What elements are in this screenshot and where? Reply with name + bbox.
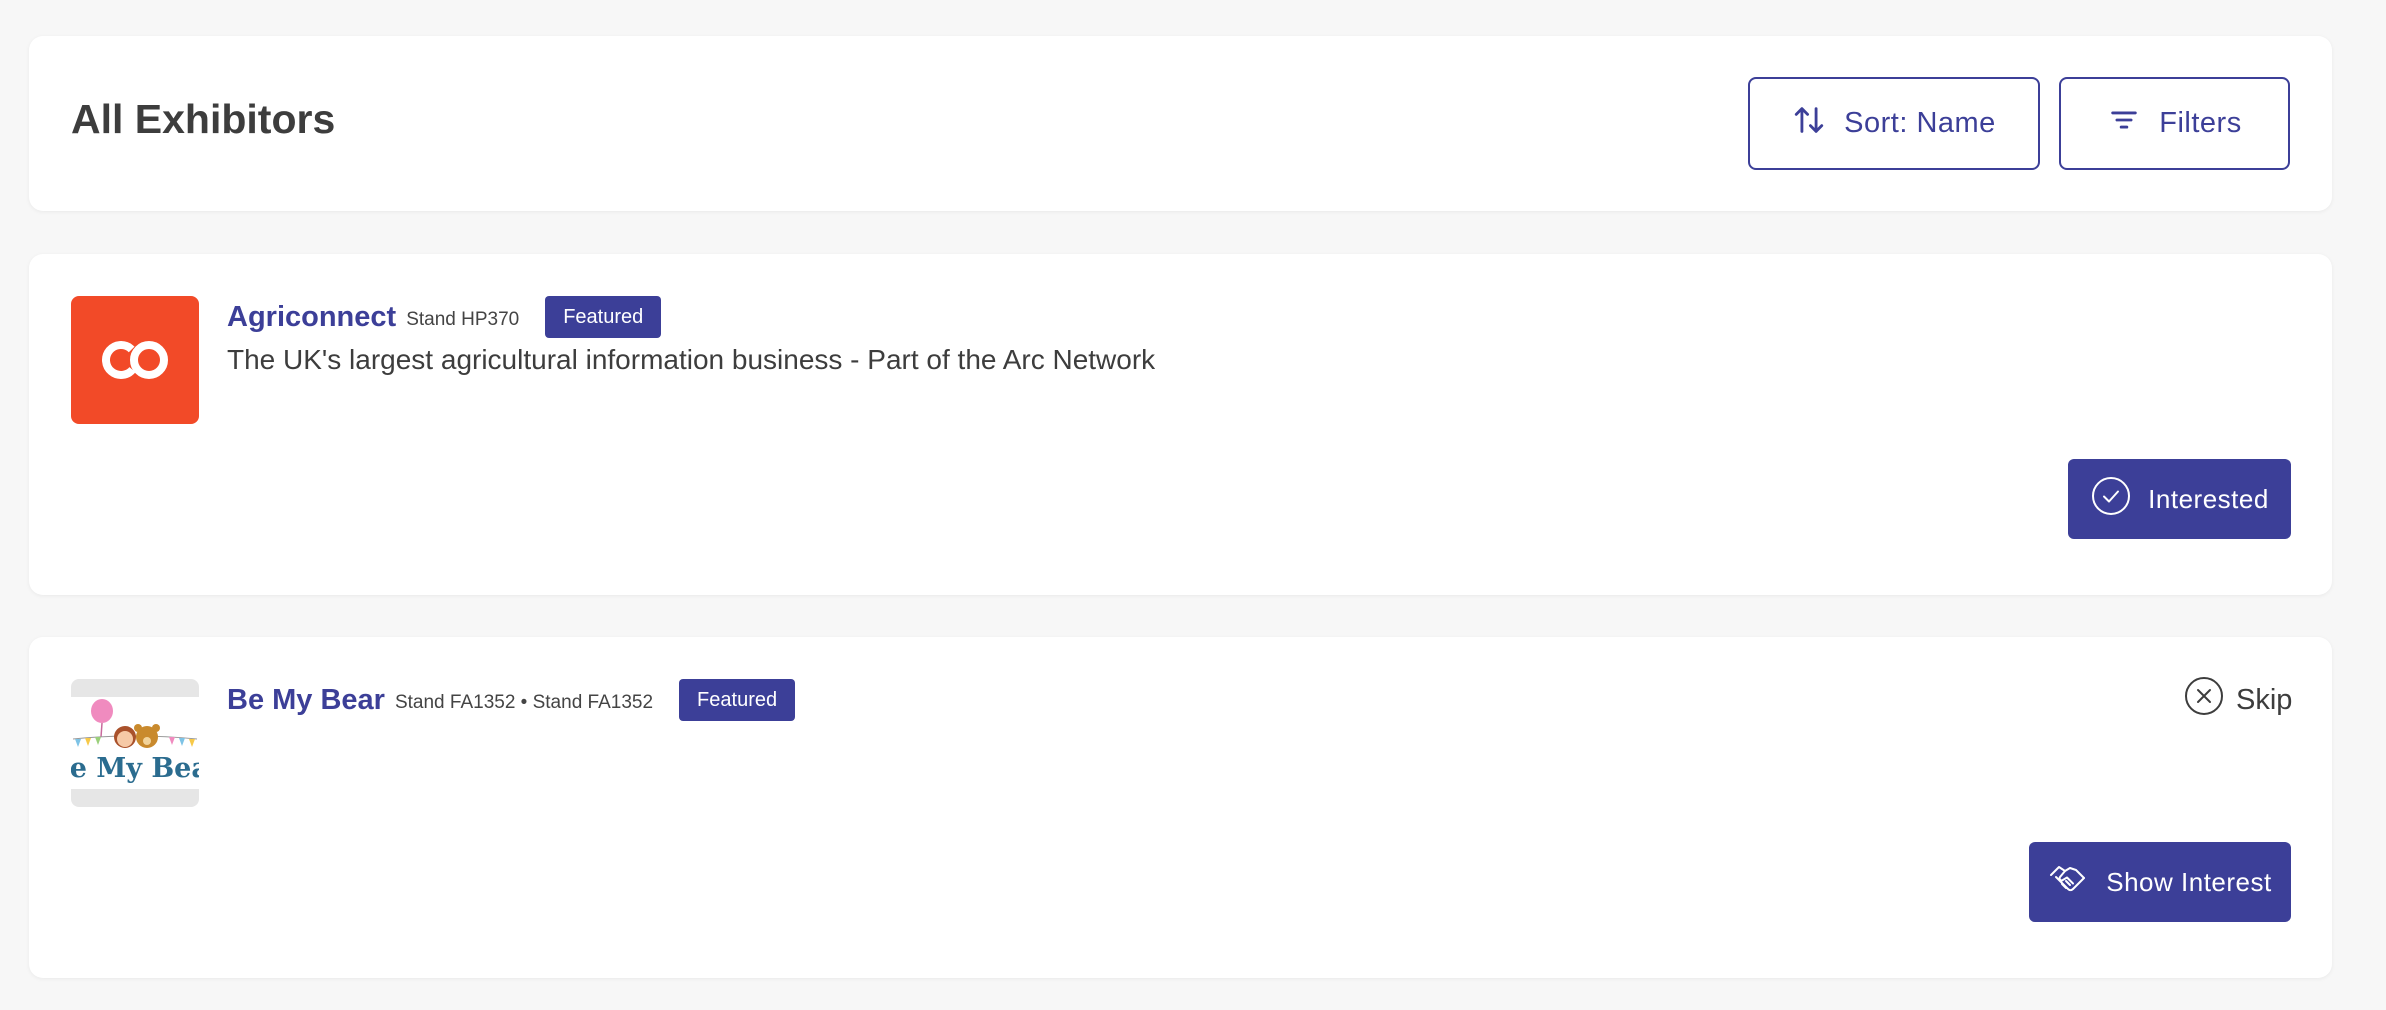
exhibitor-header: Agriconnect Stand HP370 Featured [227, 296, 662, 338]
interested-label: Interested [2148, 483, 2269, 514]
svg-text:Be My Bear: Be My Bear [71, 753, 199, 784]
exhibitor-name[interactable]: Agriconnect [227, 301, 396, 334]
filters-button[interactable]: Filters [2059, 77, 2290, 170]
be-my-bear-logo-icon: Be My Bear [71, 697, 199, 789]
header-card: All Exhibitors Sort: Name Filters [29, 36, 2332, 211]
exhibitor-logo[interactable] [71, 296, 199, 424]
exhibitor-card: Agriconnect Stand HP370 Featured The UK'… [29, 254, 2332, 595]
handshake-icon [2048, 858, 2090, 907]
featured-badge: Featured [545, 296, 662, 338]
sort-button[interactable]: Sort: Name [1748, 77, 2040, 170]
exhibitor-card: Be My Bear Be My Bear Stand FA1352 • Sta… [29, 637, 2332, 978]
show-interest-button[interactable]: Show Interest [2029, 842, 2291, 922]
featured-badge: Featured [679, 679, 796, 721]
skip-button[interactable]: Skip [2184, 676, 2293, 724]
show-interest-label: Show Interest [2106, 866, 2272, 897]
exhibitor-header: Be My Bear Stand FA1352 • Stand FA1352 F… [227, 679, 796, 721]
exhibitor-name[interactable]: Be My Bear [227, 684, 385, 717]
skip-label: Skip [2236, 683, 2293, 716]
page-title: All Exhibitors [71, 96, 336, 142]
check-circle-icon [2090, 475, 2132, 524]
close-circle-icon [2184, 676, 2224, 724]
interested-button[interactable]: Interested [2068, 459, 2291, 539]
filters-label: Filters [2159, 107, 2242, 139]
stand-number: Stand FA1352 • Stand FA1352 [394, 692, 654, 713]
agriconnect-logo-icon [102, 341, 168, 379]
exhibitor-description: The UK's largest agricultural informatio… [227, 344, 1156, 375]
exhibitor-logo[interactable]: Be My Bear [71, 679, 199, 807]
sort-icon [1792, 103, 1826, 145]
filter-icon [2107, 103, 2141, 145]
stand-number: Stand HP370 [406, 309, 520, 330]
sort-label: Sort: Name [1844, 107, 1996, 139]
